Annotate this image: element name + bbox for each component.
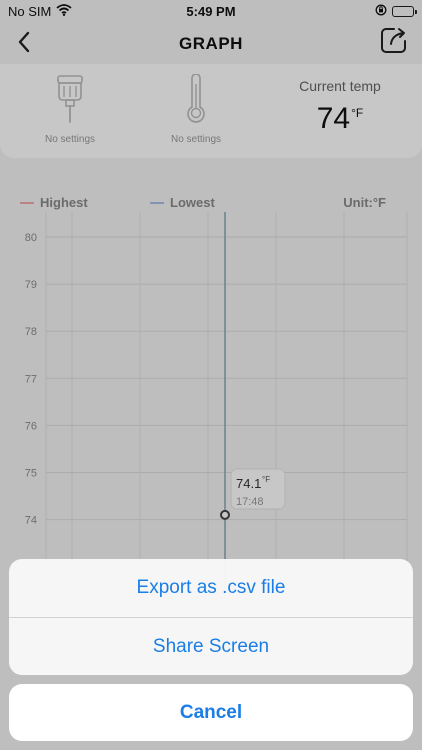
current-temp-value: 74 °F [270, 102, 410, 136]
y-tick-label: 79 [25, 279, 37, 291]
current-temp-number: 74 [316, 102, 351, 135]
probe-settings-card: No settings No settings Current temp 74 … [0, 64, 422, 158]
thermometer-slot[interactable]: No settings [136, 72, 256, 145]
tooltip-unit: °F [262, 475, 270, 484]
page-title: GRAPH [179, 34, 243, 53]
legend-lowest-label: Lowest [170, 195, 215, 210]
y-tick-label: 75 [25, 468, 37, 480]
y-tick-label: 78 [25, 326, 37, 338]
navigation-bar: GRAPH [0, 24, 422, 64]
y-tick-label: 74 [25, 515, 37, 527]
thermometer-icon [136, 72, 256, 124]
export-csv-button[interactable]: Export as .csv file [9, 559, 413, 617]
current-temp-unit: °F [351, 106, 364, 120]
status-right [375, 4, 417, 19]
legend-lowest: Lowest [150, 195, 215, 210]
cancel-container: Cancel [9, 684, 413, 741]
y-tick-label: 76 [25, 420, 37, 432]
chart-area: Highest Lowest Unit:°F 80 79 78 77 76 75 74 74.… [0, 188, 422, 588]
cancel-button[interactable]: Cancel [9, 684, 413, 741]
y-tick-label: 80 [25, 232, 37, 244]
share-screen-button[interactable]: Share Screen [9, 618, 413, 675]
status-bar: No SIM 5:49 PM [0, 0, 422, 24]
legend-lowest-swatch [150, 201, 164, 204]
current-temp: Current temp 74 °F [270, 78, 410, 136]
share-icon [380, 26, 408, 59]
legend-highest-swatch [20, 201, 34, 204]
thermometer-label: No settings [170, 134, 222, 145]
cursor-point [220, 509, 230, 520]
y-tick-label: 77 [25, 373, 37, 385]
battery-charging-icon [392, 6, 417, 17]
probe-icon [10, 72, 130, 124]
tooltip-value: 74.1 [236, 476, 261, 491]
tooltip-time: 17:48 [236, 496, 264, 508]
legend-highest: Highest [20, 195, 88, 210]
probe-slot[interactable]: No settings [10, 72, 130, 145]
action-sheet: Export as .csv file Share Screen [9, 559, 413, 675]
share-button[interactable] [378, 26, 410, 58]
current-temp-label: Current temp [299, 78, 381, 94]
orientation-lock-icon [375, 4, 387, 19]
probe-label: No settings [44, 134, 96, 145]
status-time: 5:49 PM [186, 4, 236, 19]
legend-highest-label: Highest [40, 195, 88, 210]
legend-unit: Unit:°F [343, 195, 386, 210]
temperature-chart[interactable]: 80 79 78 77 76 75 74 74.1 °F 17:48 [0, 212, 422, 588]
